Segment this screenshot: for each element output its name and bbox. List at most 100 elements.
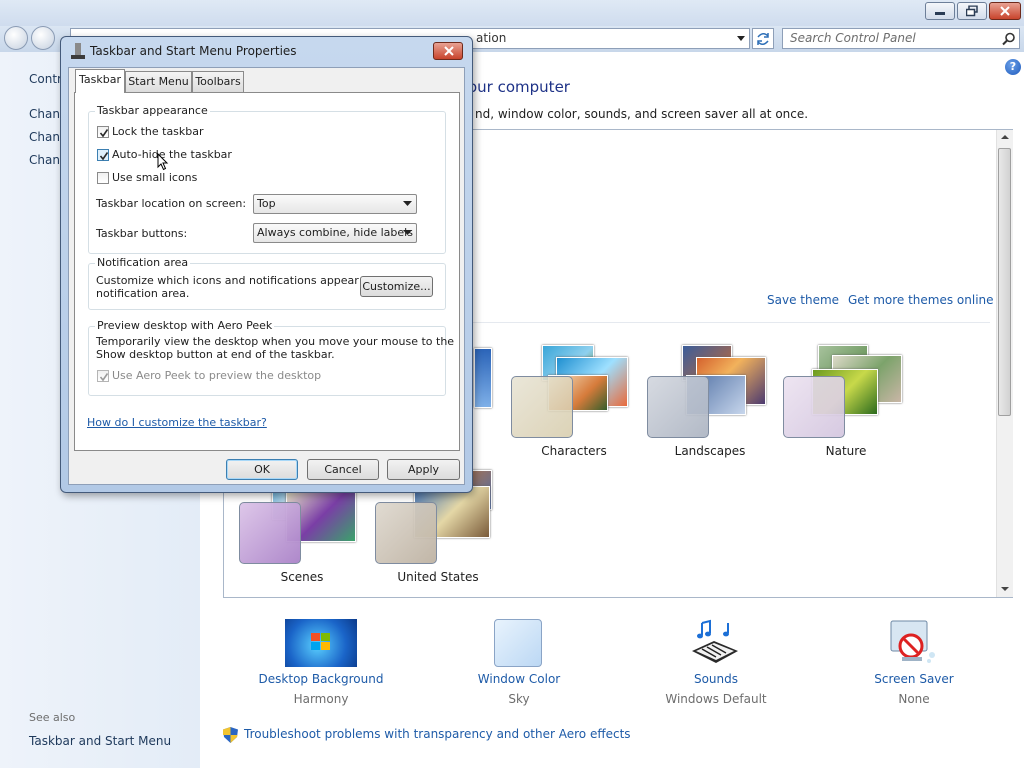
theme-label: Characters <box>541 444 607 458</box>
desktop-background-link[interactable]: Desktop Background <box>241 672 401 686</box>
chevron-down-icon <box>403 230 412 235</box>
window-color-link[interactable]: Window Color <box>439 672 599 686</box>
close-button[interactable] <box>989 2 1021 20</box>
screen-saver-icon[interactable] <box>888 619 938 667</box>
dialog-close-button[interactable] <box>433 42 463 60</box>
shield-icon <box>223 727 238 743</box>
aero-peek-text: Show desktop button at end of the taskba… <box>96 348 335 361</box>
taskbar-location-value: Top <box>257 197 276 210</box>
ok-button[interactable]: OK <box>226 459 298 480</box>
sounds-value: Windows Default <box>665 692 767 706</box>
cancel-button[interactable]: Cancel <box>307 459 379 480</box>
group-title: Preview desktop with Aero Peek <box>95 319 275 332</box>
refresh-button[interactable] <box>752 28 774 49</box>
page-title: our computer <box>468 78 570 96</box>
checkmark-icon <box>99 152 109 161</box>
auto-hide-checkbox[interactable] <box>97 149 109 161</box>
search-icon[interactable] <box>1002 32 1016 46</box>
restore-button[interactable] <box>957 2 987 20</box>
get-more-themes-link[interactable]: Get more themes online <box>848 293 994 307</box>
lock-taskbar-label[interactable]: Lock the taskbar <box>112 125 204 138</box>
theme-thumbnail[interactable] <box>474 348 492 408</box>
help-link[interactable]: How do I customize the taskbar? <box>87 416 267 429</box>
section-divider <box>470 322 990 323</box>
close-icon <box>1000 6 1010 16</box>
scroll-down-icon[interactable] <box>1001 586 1009 592</box>
theme-color-swatch <box>783 376 845 438</box>
sounds-icon[interactable] <box>690 619 740 667</box>
theme-label: Landscapes <box>674 444 746 458</box>
screen-saver-value: None <box>898 692 930 706</box>
search-input[interactable]: Search Control Panel <box>782 28 1020 49</box>
window-titlebar <box>0 0 1024 26</box>
taskbar-properties-dialog: Taskbar and Start Menu Properties Taskba… <box>60 36 473 493</box>
taskbar-buttons-value: Always combine, hide labels <box>257 226 413 239</box>
location-label: Taskbar location on screen: <box>96 197 247 210</box>
checkmark-icon <box>99 129 109 138</box>
theme-label: United States <box>397 570 479 584</box>
see-also-heading: See also <box>29 711 76 724</box>
customize-button[interactable]: Customize... <box>360 276 433 297</box>
lock-taskbar-checkbox[interactable] <box>97 126 109 138</box>
notification-text: notification area. <box>96 287 190 300</box>
apply-button[interactable]: Apply <box>387 459 460 480</box>
save-theme-link[interactable]: Save theme <box>767 293 839 307</box>
taskbar-app-icon <box>71 43 85 59</box>
taskbar-start-menu-link[interactable]: Taskbar and Start Menu <box>29 734 171 748</box>
chevron-down-icon[interactable] <box>736 32 746 44</box>
window-color-value: Sky <box>508 692 530 706</box>
desktop-background-value: Harmony <box>293 692 349 706</box>
scroll-up-icon[interactable] <box>1001 134 1009 140</box>
group-title: Taskbar appearance <box>95 104 210 117</box>
desktop-background-icon[interactable] <box>285 619 357 667</box>
minimize-button[interactable] <box>925 2 955 20</box>
mouse-cursor-icon <box>157 153 169 171</box>
dialog-title: Taskbar and Start Menu Properties <box>90 44 297 58</box>
left-pane-link[interactable]: Contr <box>29 72 62 86</box>
dialog-body: Taskbar Start Menu Toolbars Taskbar appe… <box>68 67 465 485</box>
forward-button[interactable] <box>31 26 55 50</box>
screen-saver-link[interactable]: Screen Saver <box>834 672 994 686</box>
theme-nature[interactable] <box>782 345 912 445</box>
notification-text: Customize which icons and notifications … <box>96 274 394 287</box>
back-button[interactable] <box>4 26 28 50</box>
buttons-label: Taskbar buttons: <box>96 227 188 240</box>
theme-label: Scenes <box>280 570 324 584</box>
theme-color-swatch <box>511 376 573 438</box>
group-title: Notification area <box>95 256 191 269</box>
troubleshoot-link[interactable]: Troubleshoot problems with transparency … <box>244 727 631 741</box>
windows-logo-icon <box>311 633 330 650</box>
window-color-icon[interactable] <box>494 619 542 667</box>
close-icon <box>444 46 454 56</box>
minimize-icon <box>935 12 945 15</box>
vertical-scrollbar[interactable] <box>996 130 1013 597</box>
aero-peek-checkbox[interactable] <box>97 370 109 382</box>
taskbar-location-select[interactable]: Top <box>253 194 417 214</box>
aero-peek-label[interactable]: Use Aero Peek to preview the desktop <box>112 369 321 382</box>
theme-color-swatch <box>647 376 709 438</box>
search-placeholder: Search Control Panel <box>790 31 916 45</box>
tab-panel: Taskbar appearance Lock the taskbar Auto… <box>74 92 460 451</box>
auto-hide-label[interactable]: Auto-hide the taskbar <box>112 148 232 161</box>
tab-taskbar[interactable]: Taskbar <box>75 69 125 93</box>
chevron-down-icon <box>403 201 412 206</box>
scrollbar-thumb[interactable] <box>998 148 1011 416</box>
sounds-link[interactable]: Sounds <box>636 672 796 686</box>
restore-icon <box>966 5 978 17</box>
small-icons-label[interactable]: Use small icons <box>112 171 197 184</box>
theme-label: Nature <box>825 444 867 458</box>
tab-toolbars[interactable]: Toolbars <box>192 71 244 92</box>
help-icon[interactable]: ? <box>1005 59 1021 75</box>
small-icons-checkbox[interactable] <box>97 172 109 184</box>
theme-characters[interactable] <box>510 345 640 445</box>
address-text: ation <box>476 31 507 45</box>
theme-color-swatch <box>375 502 437 564</box>
taskbar-buttons-select[interactable]: Always combine, hide labels <box>253 223 417 243</box>
tab-start-menu[interactable]: Start Menu <box>125 71 192 92</box>
refresh-icon <box>757 33 769 45</box>
theme-landscapes[interactable] <box>646 345 776 445</box>
theme-color-swatch <box>239 502 301 564</box>
checkmark-icon <box>99 373 109 382</box>
page-description: nd, window color, sounds, and screen sav… <box>475 107 809 121</box>
aero-peek-text: Temporarily view the desktop when you mo… <box>96 335 455 348</box>
